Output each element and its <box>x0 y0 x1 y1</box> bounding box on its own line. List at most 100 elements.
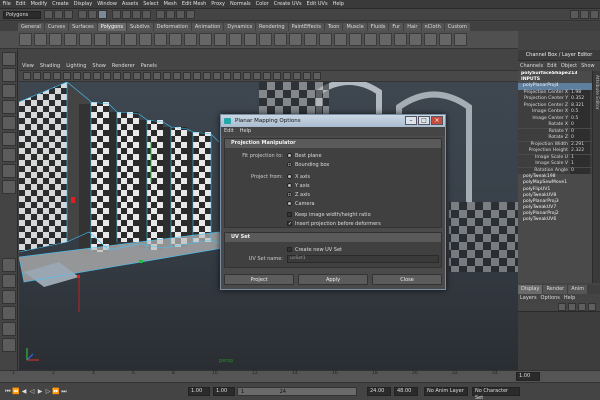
uv-set-header[interactable]: UV Set <box>225 233 441 242</box>
viewport-tool-icon[interactable] <box>73 72 81 80</box>
menu-create-uvs[interactable]: Create UVs <box>271 0 304 9</box>
viewport-tool-icon[interactable] <box>53 72 61 80</box>
viewport-menu-shading[interactable]: Shading <box>37 61 63 71</box>
shelf-tab-toon[interactable]: Toon <box>324 22 343 31</box>
move-layer-up-icon[interactable] <box>558 303 566 311</box>
shelf-tool-icon[interactable] <box>319 33 332 46</box>
viewport-tool-icon[interactable] <box>83 72 91 80</box>
paint-select-icon[interactable] <box>2 84 16 98</box>
bounding-box-radio[interactable] <box>287 162 292 167</box>
shelf-tool-icon[interactable] <box>439 33 452 46</box>
shelf-tool-icon[interactable] <box>244 33 257 46</box>
shelf-tab-deformation[interactable]: Deformation <box>153 22 191 31</box>
menu-edit[interactable]: Edit <box>13 0 28 9</box>
viewport-tool-icon[interactable] <box>43 72 51 80</box>
apply-button[interactable]: Apply <box>298 274 368 285</box>
viewport-menu-view[interactable]: View <box>19 61 37 71</box>
viewport-tool-icon[interactable] <box>223 72 231 80</box>
shelf-tool-icon[interactable] <box>94 33 107 46</box>
shelf-tool-icon[interactable] <box>394 33 407 46</box>
input-node[interactable]: polyTweakUV6 <box>518 217 592 223</box>
range-end-field[interactable]: 24.00 <box>367 387 391 396</box>
dialog-menu-edit[interactable]: Edit <box>221 127 237 136</box>
menu-edit-uvs[interactable]: Edit UVs <box>304 0 330 9</box>
viewport-tool-icon[interactable] <box>63 72 71 80</box>
range-start-field[interactable]: 1.00 <box>188 387 210 396</box>
shelf-tab-subdivs[interactable]: Subdivs <box>127 22 153 31</box>
next-key-icon[interactable]: ▷ <box>44 388 52 396</box>
attribute-row[interactable]: Image Scale U1 <box>518 154 592 161</box>
shelf-tab-dynamics[interactable]: Dynamics <box>224 22 256 31</box>
layer-menu-options[interactable]: Options <box>539 294 562 303</box>
viewport-menu-panels[interactable]: Panels <box>138 61 160 71</box>
viewport-menu-lighting[interactable]: Lighting <box>63 61 89 71</box>
save-scene-icon[interactable] <box>64 10 73 19</box>
menu-proxy[interactable]: Proxy <box>209 0 228 9</box>
range-max-field[interactable]: 48.00 <box>394 387 418 396</box>
attribute-value[interactable]: 2.322 <box>570 148 590 155</box>
lasso-tool-icon[interactable] <box>2 68 16 82</box>
viewport-tool-icon[interactable] <box>243 72 251 80</box>
step-back-icon[interactable]: ⏪ <box>12 388 20 396</box>
snap-curve-icon[interactable] <box>122 10 131 19</box>
graph-editor-layout-icon[interactable] <box>2 306 16 320</box>
menu-create[interactable]: Create <box>50 0 72 9</box>
new-layer-selected-icon[interactable] <box>588 303 596 311</box>
viewport-tool-icon[interactable] <box>213 72 221 80</box>
move-tool-icon[interactable] <box>2 100 16 114</box>
shelf-tool-icon[interactable] <box>34 33 47 46</box>
viewport-tool-icon[interactable] <box>253 72 261 80</box>
menu-modify[interactable]: Modify <box>28 0 50 9</box>
create-uvset-checkbox[interactable] <box>287 247 292 252</box>
viewport-tool-icon[interactable] <box>273 72 281 80</box>
close-icon[interactable]: × <box>431 116 443 125</box>
menu-window[interactable]: Window <box>95 0 120 9</box>
close-button[interactable]: Close <box>372 274 442 285</box>
anim-layer-dropdown[interactable]: No Anim Layer <box>424 387 468 396</box>
attribute-row[interactable]: Image Center X 0.5 <box>518 109 592 116</box>
uv-editor-layout-icon[interactable] <box>2 338 16 352</box>
shelf-tool-icon[interactable] <box>169 33 182 46</box>
z-axis-radio[interactable] <box>287 192 292 197</box>
rotate-tool-icon[interactable] <box>2 116 16 130</box>
menu-file[interactable]: File <box>0 0 13 9</box>
attribute-row[interactable]: Rotate X0 <box>518 122 592 129</box>
ipr-render-icon[interactable] <box>176 10 185 19</box>
menu-select[interactable]: Select <box>141 0 161 9</box>
shelf-tab-polygons[interactable]: Polygons <box>97 22 126 31</box>
shelf-tool-icon[interactable] <box>364 33 377 46</box>
viewport-tool-icon[interactable] <box>133 72 141 80</box>
menu-mesh[interactable]: Mesh <box>161 0 179 9</box>
viewport-tool-icon[interactable] <box>123 72 131 80</box>
play-forward-icon[interactable]: ▶ <box>36 388 44 396</box>
viewport-tool-icon[interactable] <box>233 72 241 80</box>
viewport-tool-icon[interactable] <box>33 72 41 80</box>
shelf-tab-ncloth[interactable]: nCloth <box>421 22 444 31</box>
shelf-tab-curves[interactable]: Curves <box>44 22 69 31</box>
shelf-tool-icon[interactable] <box>64 33 77 46</box>
x-axis-radio[interactable] <box>287 174 292 179</box>
viewport-tool-icon[interactable] <box>173 72 181 80</box>
viewport-tool-icon[interactable] <box>293 72 301 80</box>
select-object-icon[interactable] <box>88 10 97 19</box>
menu-assets[interactable]: Assets <box>119 0 140 9</box>
shelf-tab-animation[interactable]: Animation <box>191 22 224 31</box>
shelf-tool-icon[interactable] <box>304 33 317 46</box>
render-settings-icon[interactable] <box>186 10 195 19</box>
soft-mod-icon[interactable] <box>2 164 16 178</box>
shelf-tab-custom[interactable]: Custom <box>444 22 470 31</box>
dialog-titlebar[interactable]: Planar Mapping Options – □ × <box>221 115 445 127</box>
prev-key-icon[interactable]: ◀ <box>20 388 28 396</box>
layer-menu-help[interactable]: Help <box>562 294 577 303</box>
shelf-tool-icon[interactable] <box>139 33 152 46</box>
four-view-layout-icon[interactable] <box>2 274 16 288</box>
layer-menu-layers[interactable]: Layers <box>518 294 539 303</box>
shelf-tool-icon[interactable] <box>409 33 422 46</box>
attribute-value[interactable]: 1 <box>570 154 590 161</box>
go-to-start-icon[interactable]: ⏮ <box>4 388 12 396</box>
layer-tab-anim[interactable]: Anim <box>568 285 588 294</box>
shelf-tool-icon[interactable] <box>334 33 347 46</box>
shelf-tool-icon[interactable] <box>79 33 92 46</box>
shelf-tab-hair[interactable]: Hair <box>404 22 421 31</box>
shelf-tab-fluids[interactable]: Fluids <box>367 22 389 31</box>
